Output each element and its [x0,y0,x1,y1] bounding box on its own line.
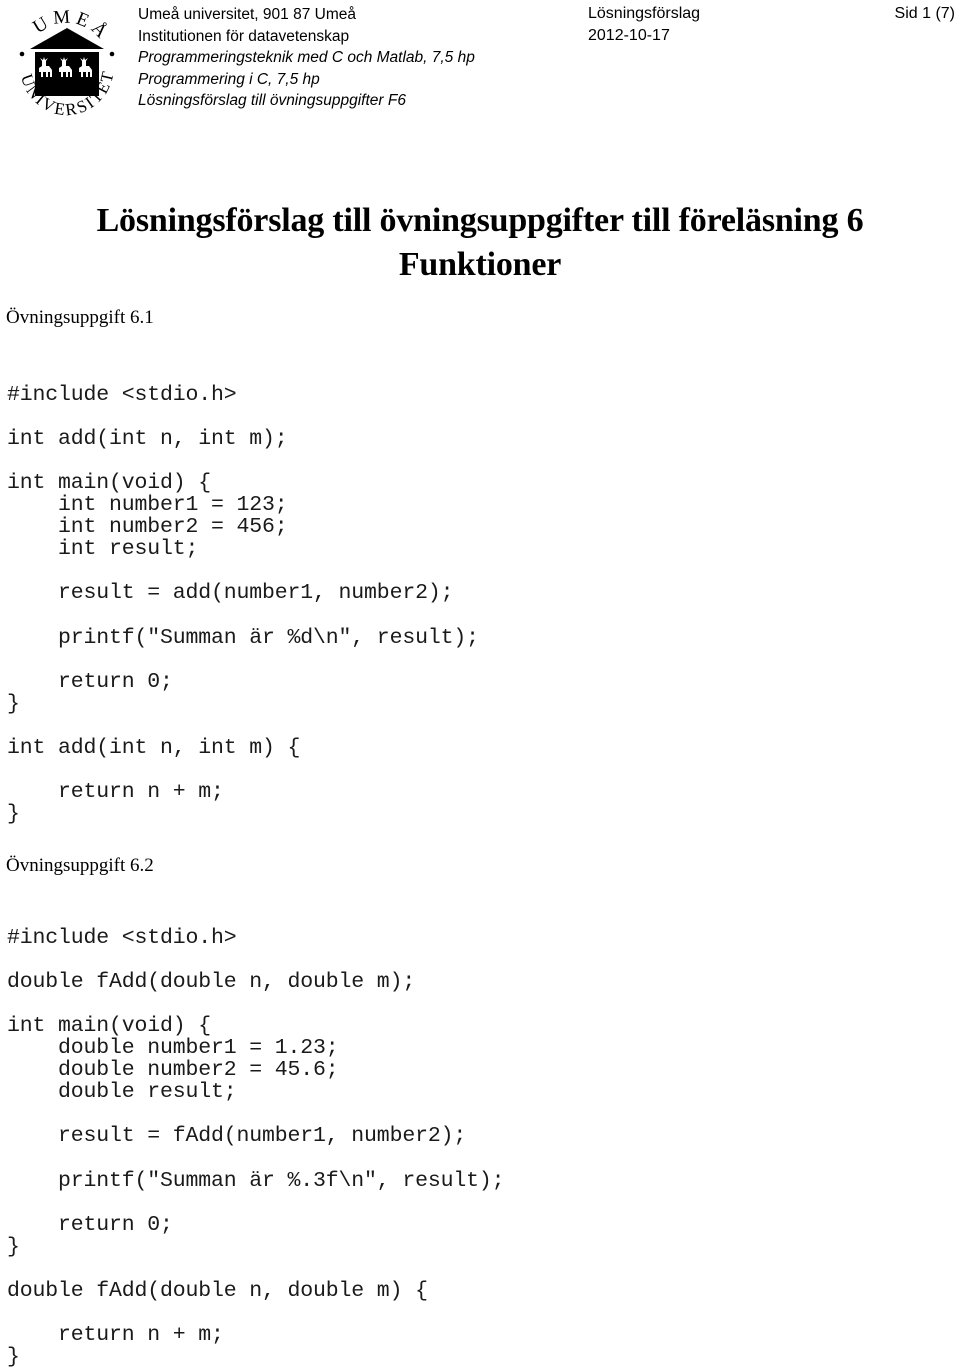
page-title: Lösningsförslag till övningsuppgifter ti… [0,199,960,287]
code-block-6-1: #include <stdio.h> int add(int n, int m)… [7,382,479,827]
code-line: return n + m; [7,780,224,805]
code-line: return 0; [7,1212,173,1237]
section-heading-6-2: Övningsuppgift 6.2 [6,855,154,876]
code-line: double number1 = 1.23; [7,1035,339,1060]
code-line: double number2 = 45.6; [7,1058,339,1083]
document-page: UMEÅ UNIVERSITET [0,0,960,1368]
code-line: int main(void) { [7,1013,212,1038]
document-header: UMEÅ UNIVERSITET [0,0,960,130]
code-line: int number1 = 123; [7,492,288,517]
header-page-number: Sid 1 (7) [894,5,955,22]
header-doctype-block: Lösningsförslag 2012-10-17 [588,3,700,47]
code-line: double fAdd(double n, double m) { [7,1279,428,1303]
section-heading-6-1: Övningsuppgift 6.1 [6,307,154,328]
header-doctype: Lösningsförslag [588,5,701,22]
code-line: int main(void) { [7,470,212,495]
header-org-line-1: Umeå universitet, 901 87 Umeå [138,6,356,23]
code-line: } [7,691,20,716]
header-org-line-3: Programmeringsteknik med C och Matlab, 7… [138,49,475,66]
code-line: result = add(number1, number2); [7,581,454,606]
page-title-line-2: Funktioner [398,245,562,283]
code-line: int result; [7,537,199,562]
code-line: return 0; [7,669,173,694]
code-line: printf("Summan är %d\n", result); [7,625,479,650]
page-title-line-1: Lösningsförslag till övningsuppgifter ti… [96,201,864,239]
umea-university-seal-icon: UMEÅ UNIVERSITET [8,4,126,126]
header-org-line-2: Institutionen för datavetenskap [138,27,350,45]
code-line: int number2 = 456; [7,515,288,540]
code-line: result = fAdd(number1, number2); [7,1124,467,1149]
code-line: #include <stdio.h> [7,382,237,407]
header-org-line-4: Programmering i C, 7,5 hp [138,70,320,88]
header-date: 2012-10-17 [588,27,670,44]
code-line: double fAdd(double n, double m); [7,969,416,994]
code-line: printf("Summan är %.3f\n", result); [7,1168,505,1193]
code-line: } [7,1234,20,1259]
code-line: int add(int n, int m); [7,426,288,451]
code-block-6-2: #include <stdio.h> double fAdd(double n,… [7,925,505,1368]
header-org-line-5: Lösningsförslag till övningsuppgifter F6 [138,92,406,109]
code-line: } [7,802,20,827]
header-organisation-block: Umeå universitet, 901 87 Umeå Institutio… [138,4,568,112]
code-line: int add(int n, int m) { [7,736,301,760]
code-line: double result; [7,1080,237,1105]
code-line: return n + m; [7,1323,224,1348]
code-line: #include <stdio.h> [7,925,237,950]
